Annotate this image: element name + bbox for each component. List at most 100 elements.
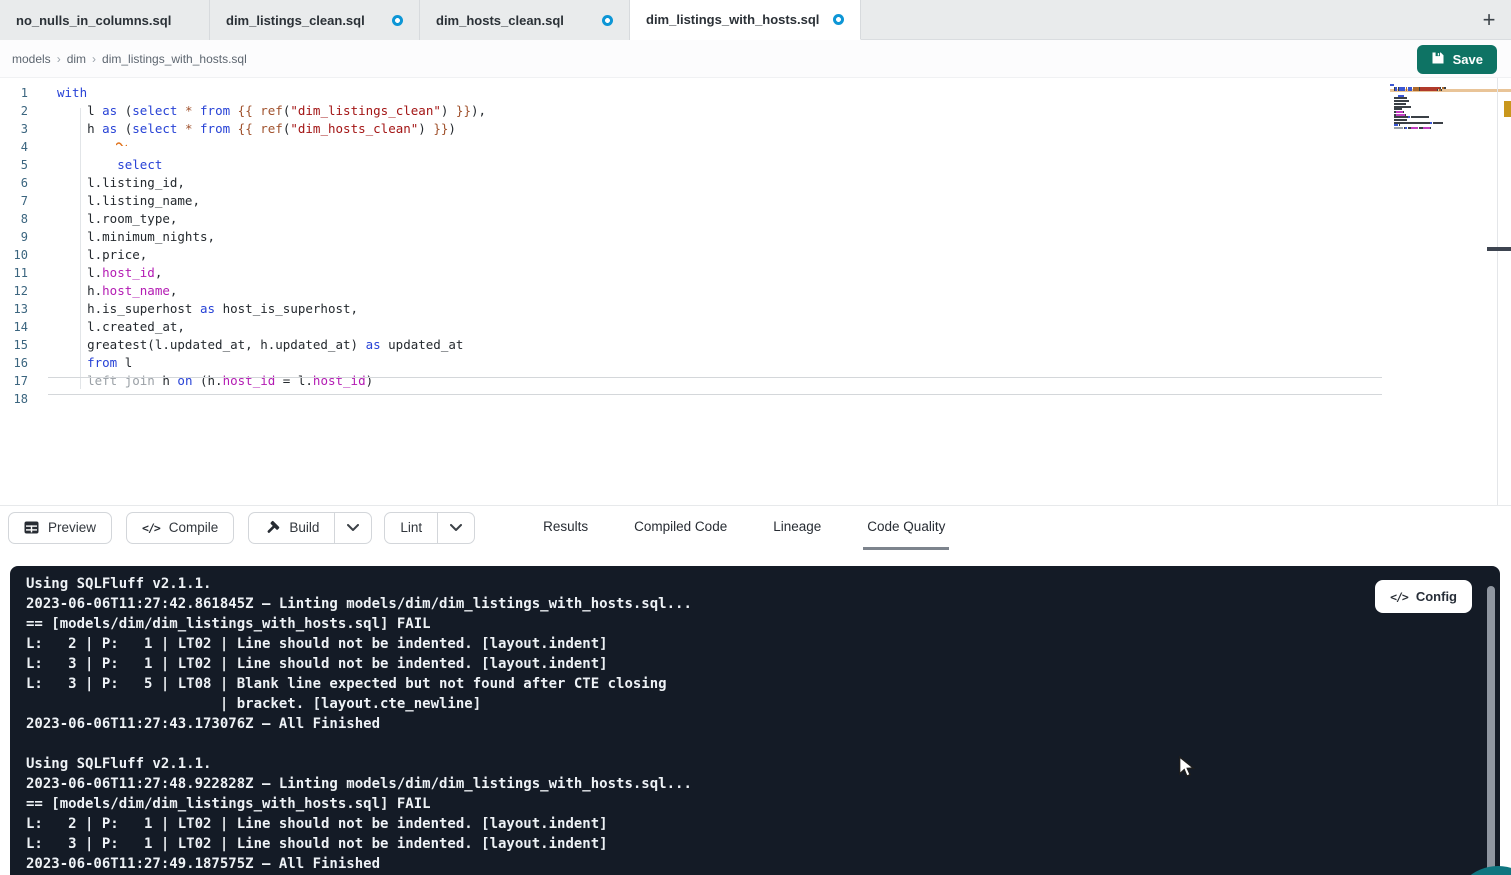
line-content: l.price, — [57, 246, 147, 264]
code-line[interactable]: 6 l.listing_id, — [0, 174, 1511, 192]
code-line[interactable]: 14 l.created_at, — [0, 318, 1511, 336]
breadcrumb: models›dim›dim_listings_with_hosts.sql — [12, 40, 247, 78]
line-number: 4 — [0, 138, 28, 156]
code-line[interactable]: 7 l.listing_name, — [0, 192, 1511, 210]
save-button[interactable]: Save — [1417, 45, 1497, 74]
line-number: 6 — [0, 174, 28, 192]
line-content: h.host_name, — [57, 282, 177, 300]
line-content: with — [57, 84, 87, 102]
new-tab-button[interactable]: + — [1467, 0, 1511, 40]
tab-dim-listings-clean[interactable]: dim_listings_clean.sql — [210, 0, 420, 40]
line-number: 10 — [0, 246, 28, 264]
compile-button[interactable]: </> Compile — [126, 512, 234, 544]
code-line[interactable]: 13 h.is_superhost as host_is_superhost, — [0, 300, 1511, 318]
unsaved-dot-icon — [602, 15, 613, 26]
build-button[interactable]: Build — [248, 512, 335, 544]
line-content: l.host_id, — [57, 264, 162, 282]
code-editor[interactable]: 1with2 l as (select * from {{ ref("dim_l… — [0, 78, 1511, 505]
line-number: 8 — [0, 210, 28, 228]
line-content: select — [57, 156, 162, 174]
code-line[interactable]: 3 h as (select * from {{ ref("dim_hosts_… — [0, 120, 1511, 138]
line-content: l.listing_id, — [57, 174, 185, 192]
preview-label: Preview — [48, 520, 96, 535]
code-line[interactable]: 5 select — [0, 156, 1511, 174]
overview-ruler[interactable] — [1497, 78, 1511, 505]
line-content: l.room_type, — [57, 210, 177, 228]
unsaved-dot-icon — [392, 15, 403, 26]
panel-tab-lineage[interactable]: Lineage — [769, 506, 825, 550]
chevron-down-icon — [347, 524, 359, 531]
code-line[interactable]: 11 l.host_id, — [0, 264, 1511, 282]
line-number: 13 — [0, 300, 28, 318]
config-label: Config — [1416, 589, 1457, 604]
code-line[interactable]: 15 greatest(l.updated_at, h.updated_at) … — [0, 336, 1511, 354]
terminal-line: 2023-06-06T11:27:43.173076Z — All Finish… — [26, 714, 1484, 734]
chevron-down-icon — [450, 524, 462, 531]
code-line[interactable]: 8 l.room_type, — [0, 210, 1511, 228]
chevron-right-icon: › — [57, 52, 61, 66]
lint-split-button: Lint — [384, 512, 475, 544]
panel-tab-code-quality[interactable]: Code Quality — [863, 506, 949, 550]
line-number: 15 — [0, 336, 28, 354]
tab-dim-listings-with-hosts[interactable]: dim_listings_with_hosts.sql — [630, 0, 861, 40]
terminal-line: 2023-06-06T11:27:42.861845Z — Linting mo… — [26, 594, 1484, 614]
plus-icon: + — [1483, 7, 1496, 33]
editor-tab-bar: no_nulls_in_columns.sql dim_listings_clea… — [0, 0, 1511, 40]
line-number: 2 — [0, 102, 28, 120]
line-number: 12 — [0, 282, 28, 300]
line-number: 16 — [0, 354, 28, 372]
terminal-line: Using SQLFluff v2.1.1. — [26, 754, 1484, 774]
hammer-icon — [264, 520, 280, 536]
panel-tab-results[interactable]: Results — [539, 506, 592, 550]
minimap[interactable] — [1390, 84, 1464, 132]
code-line[interactable]: 16 from l — [0, 354, 1511, 372]
preview-button[interactable]: Preview — [8, 512, 112, 544]
breadcrumb-item[interactable]: dim_listings_with_hosts.sql — [102, 52, 247, 66]
lint-squiggle — [116, 134, 127, 149]
tab-dim-hosts-clean[interactable]: dim_hosts_clean.sql — [420, 0, 630, 40]
line-number: 18 — [0, 390, 28, 408]
line-number: 17 — [0, 372, 28, 390]
minimap-line — [1390, 130, 1464, 133]
lint-config-button[interactable]: </> Config — [1375, 580, 1472, 613]
lint-dropdown-button[interactable] — [438, 512, 475, 544]
terminal-scrollbar[interactable] — [1487, 586, 1495, 875]
unsaved-dot-icon — [833, 14, 844, 25]
code-line[interactable]: 1with — [0, 84, 1511, 102]
code-line[interactable]: 2 l as (select * from {{ ref("dim_listin… — [0, 102, 1511, 120]
code-icon: </> — [142, 521, 160, 535]
tab-label: dim_hosts_clean.sql — [436, 13, 564, 28]
line-number: 5 — [0, 156, 28, 174]
ruler-warning-marker — [1504, 101, 1511, 117]
tab-no-nulls-in-columns[interactable]: no_nulls_in_columns.sql — [0, 0, 210, 40]
breadcrumb-item[interactable]: dim — [67, 52, 86, 66]
active-line-highlight — [48, 377, 1382, 395]
lint-output-terminal: Using SQLFluff v2.1.1.2023-06-06T11:27:4… — [10, 566, 1500, 875]
code-line[interactable]: 9 l.minimum_nights, — [0, 228, 1511, 246]
panel-tab-compiled-code[interactable]: Compiled Code — [630, 506, 731, 550]
terminal-line: L: 2 | P: 1 | LT02 | Line should not be … — [26, 814, 1484, 834]
terminal-line: L: 3 | P: 1 | LT02 | Line should not be … — [26, 654, 1484, 674]
tab-strip: no_nulls_in_columns.sql dim_listings_clea… — [0, 0, 861, 39]
terminal-line: L: 3 | P: 1 | LT02 | Line should not be … — [26, 834, 1484, 854]
lint-label: Lint — [400, 520, 422, 535]
table-icon — [24, 521, 39, 534]
result-panel-tabs: Results Compiled Code Lineage Code Quality — [539, 506, 949, 550]
breadcrumb-item[interactable]: models — [12, 52, 51, 66]
build-dropdown-button[interactable] — [335, 512, 372, 544]
code-line[interactable]: 12 h.host_name, — [0, 282, 1511, 300]
save-label: Save — [1453, 52, 1483, 67]
terminal-line: Using SQLFluff v2.1.1. — [26, 574, 1484, 594]
line-number: 11 — [0, 264, 28, 282]
save-icon — [1431, 51, 1445, 68]
tab-label: no_nulls_in_columns.sql — [16, 13, 171, 28]
line-number: 14 — [0, 318, 28, 336]
terminal-line — [26, 734, 1484, 754]
terminal-line: 2023-06-06T11:27:49.187575Z — All Finish… — [26, 854, 1484, 874]
indent-guide — [80, 108, 81, 389]
code-line[interactable]: 10 l.price, — [0, 246, 1511, 264]
code-line[interactable]: 4 — [0, 138, 1511, 156]
lint-button[interactable]: Lint — [384, 512, 438, 544]
action-toolbar: Preview </> Compile Build — [0, 505, 1511, 549]
compile-label: Compile — [169, 520, 219, 535]
